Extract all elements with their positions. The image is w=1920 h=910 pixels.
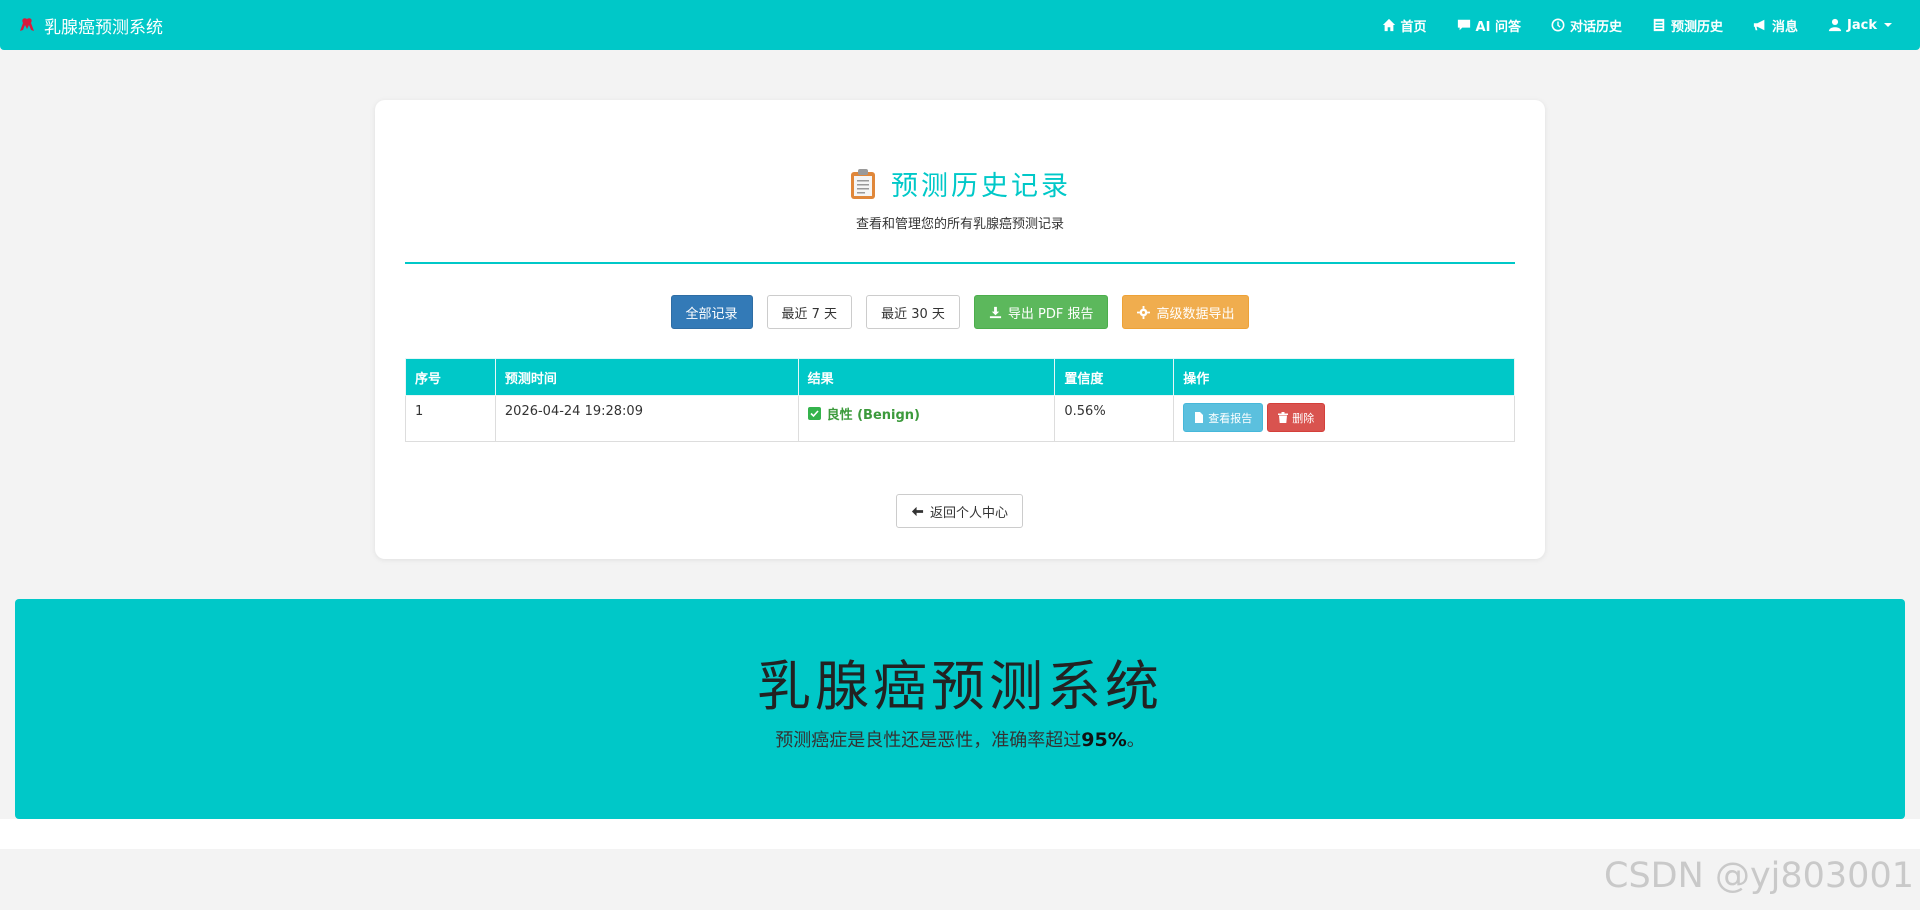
records-table: 序号 预测时间 结果 置信度 操作 1 2026-04-24 19:28:09 … <box>405 358 1515 442</box>
trash-icon <box>1278 412 1289 423</box>
check-icon <box>807 407 821 420</box>
brand[interactable]: 乳腺癌预测系统 <box>18 0 163 50</box>
footer-band <box>0 819 1920 849</box>
back-to-profile-label: 返回个人中心 <box>930 505 1009 521</box>
page-title: 预测历史记录 <box>891 171 1071 202</box>
col-result-header: 结果 <box>797 358 1056 396</box>
cell-index: 1 <box>405 395 496 442</box>
home-icon <box>1382 18 1395 32</box>
view-report-button[interactable]: 查看报告 <box>1183 403 1264 432</box>
comment-icon <box>1457 19 1470 31</box>
hero-subtitle: 预测癌症是良性还是恶性，准确率超过95%。 <box>15 726 1905 752</box>
download-icon <box>989 306 1001 318</box>
hero-title: 乳腺癌预测系统 <box>757 655 1163 718</box>
history-card: 预测历史记录 查看和管理您的所有乳腺癌预测记录 全部记录 最近 7 天 最近 3… <box>375 100 1545 559</box>
brand-title: 乳腺癌预测系统 <box>44 17 163 38</box>
table-row: 1 2026-04-24 19:28:09 良性 (Benign) 0.56% <box>405 395 1515 442</box>
gear-icon <box>1137 305 1151 319</box>
hero-accuracy-value: 95% <box>1081 729 1127 751</box>
hero-subtitle-prefix: 预测癌症是良性还是恶性，准确率超过 <box>775 730 1082 751</box>
chevron-down-icon <box>1884 23 1892 27</box>
advanced-export-button[interactable]: 高级数据导出 <box>1122 295 1250 329</box>
filter-last30-button[interactable]: 最近 30 天 <box>866 295 960 329</box>
clipboard-icon <box>851 168 875 199</box>
table-header-row: 序号 预测时间 结果 置信度 操作 <box>405 358 1515 396</box>
page-subtitle: 查看和管理您的所有乳腺癌预测记录 <box>855 217 1064 232</box>
delete-label: 删除 <box>1292 411 1315 425</box>
filter-last7-button[interactable]: 最近 7 天 <box>766 295 853 329</box>
nav-chat-history-label: 对话历史 <box>1569 19 1622 35</box>
export-pdf-label: 导出 PDF 报告 <box>1007 306 1094 322</box>
nav-messages[interactable]: 消息 <box>1753 16 1798 35</box>
user-icon <box>1828 18 1842 32</box>
advanced-export-label: 高级数据导出 <box>1156 306 1235 322</box>
hero-subtitle-suffix: 。 <box>1126 730 1145 751</box>
watermark: CSDN @yj803001 <box>1604 856 1914 896</box>
filter-toolbar: 全部记录 最近 7 天 最近 30 天 导出 PDF 报告 高级数据导出 <box>375 295 1545 329</box>
nav-home-label: 首页 <box>1400 19 1427 35</box>
nav-prediction-history-label: 预测历史 <box>1671 19 1724 35</box>
title-row: 预测历史记录 <box>375 164 1545 203</box>
cell-result: 良性 (Benign) <box>797 395 1056 442</box>
clock-icon <box>1551 18 1565 32</box>
cell-confidence: 0.56% <box>1054 395 1175 442</box>
col-confidence-header: 置信度 <box>1054 358 1175 396</box>
nav-ai-qa[interactable]: AI 问答 <box>1457 16 1521 35</box>
export-pdf-button[interactable]: 导出 PDF 报告 <box>973 295 1109 329</box>
nav-ai-qa-label: AI 问答 <box>1475 19 1521 35</box>
file-icon <box>1195 412 1204 423</box>
nav-prediction-history[interactable]: 预测历史 <box>1652 16 1723 35</box>
nav-user-label: Jack <box>1847 17 1877 33</box>
top-navbar: 乳腺癌预测系统 首页 AI 问答 对话历史 预测历史 消息 Jack <box>0 0 1920 50</box>
filter-all-label: 全部记录 <box>685 306 738 322</box>
cell-actions: 查看报告 删除 <box>1173 395 1515 442</box>
col-time-header: 预测时间 <box>494 358 799 396</box>
pink-ribbon-icon <box>20 18 34 31</box>
list-icon <box>1653 18 1665 32</box>
result-benign: 良性 (Benign) <box>807 404 1046 423</box>
arrow-left-icon <box>911 506 924 516</box>
col-index-header: 序号 <box>405 358 496 396</box>
nav-links: 首页 AI 问答 对话历史 预测历史 消息 Jack <box>1382 0 1892 50</box>
nav-user-menu[interactable]: Jack <box>1828 18 1892 33</box>
result-label: 良性 (Benign) <box>826 408 920 423</box>
col-actions-header: 操作 <box>1173 358 1515 396</box>
title-divider <box>405 262 1515 264</box>
hero-banner: 乳腺癌预测系统 预测癌症是良性还是恶性，准确率超过95%。 <box>15 599 1905 819</box>
filter-last30-label: 最近 30 天 <box>881 306 945 322</box>
view-report-label: 查看报告 <box>1208 411 1253 425</box>
cell-time: 2026-04-24 19:28:09 <box>494 395 799 442</box>
nav-messages-label: 消息 <box>1772 19 1799 35</box>
filter-all-button[interactable]: 全部记录 <box>670 295 753 329</box>
delete-button[interactable]: 删除 <box>1267 403 1326 432</box>
back-to-profile-button[interactable]: 返回个人中心 <box>896 494 1024 528</box>
row-actions: 查看报告 删除 <box>1183 403 1505 432</box>
filter-last7-label: 最近 7 天 <box>781 306 838 322</box>
nav-home[interactable]: 首页 <box>1382 16 1427 35</box>
bullhorn-icon <box>1753 19 1765 31</box>
nav-chat-history[interactable]: 对话历史 <box>1551 16 1622 35</box>
